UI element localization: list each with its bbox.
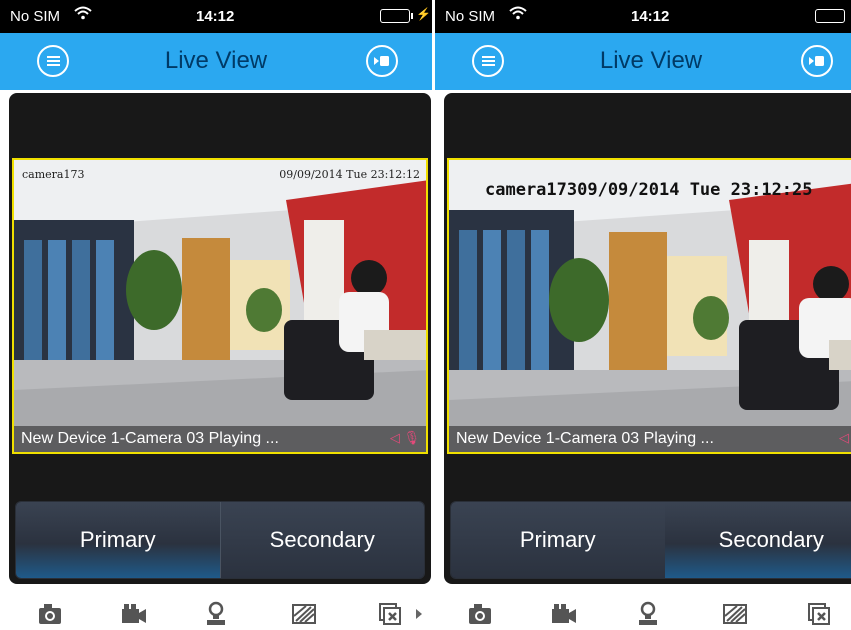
secondary-stream-button[interactable]: Secondary bbox=[220, 502, 424, 578]
playback-button[interactable] bbox=[366, 45, 398, 77]
battery-icon bbox=[815, 9, 845, 23]
live-view-panel: camera173 09/09/2014 Tue 23:12:12 New De… bbox=[9, 93, 431, 584]
video-window[interactable]: camera17309/09/2014 Tue 23:12:25 New Dev… bbox=[447, 158, 851, 454]
nav-bar: Live View bbox=[0, 33, 432, 90]
video-record-icon[interactable] bbox=[121, 601, 147, 627]
caption-text: New Device 1-Camera 03 Playing ... bbox=[21, 430, 279, 447]
primary-stream-button[interactable]: Primary bbox=[451, 502, 665, 578]
video-caption: New Device 1-Camera 03 Playing ... ◁ 🎙 bbox=[449, 426, 851, 452]
secondary-stream-button[interactable]: Secondary bbox=[664, 502, 851, 578]
video-record-icon[interactable] bbox=[551, 601, 577, 627]
microphone-icon[interactable]: 🎙 bbox=[403, 430, 420, 445]
wifi-icon bbox=[74, 6, 92, 24]
video-window[interactable]: camera173 09/09/2014 Tue 23:12:12 New De… bbox=[12, 158, 428, 454]
live-view-panel: camera17309/09/2014 Tue 23:12:25 New Dev… bbox=[444, 93, 851, 584]
page-title: Live View bbox=[599, 47, 703, 74]
osd-camera-name: camera173 bbox=[22, 168, 85, 181]
ptz-icon[interactable] bbox=[203, 601, 229, 627]
close-window-icon[interactable] bbox=[807, 601, 833, 627]
stream-selector: Primary Secondary bbox=[450, 501, 851, 579]
close-window-icon[interactable] bbox=[378, 601, 404, 627]
left-screenshot: No SIM 14:12 ⚡ Live View camera173 09/09… bbox=[0, 0, 432, 630]
image-quality-icon[interactable] bbox=[291, 601, 317, 627]
carrier-label: No SIM bbox=[445, 8, 496, 25]
playback-icon bbox=[809, 56, 824, 66]
status-bar: No SIM 14:12 bbox=[435, 0, 851, 33]
playback-icon bbox=[374, 56, 389, 66]
speaker-icon[interactable]: ◁ bbox=[839, 430, 849, 445]
osd-datetime: 09/09/2014 Tue 23:12:12 bbox=[279, 168, 420, 181]
camera-feed-image bbox=[14, 160, 426, 452]
nav-bar: Live View bbox=[435, 33, 851, 90]
camera-capture-icon[interactable] bbox=[37, 601, 63, 627]
status-bar: No SIM 14:12 ⚡ bbox=[0, 0, 432, 33]
clock: 14:12 bbox=[631, 8, 670, 25]
osd-overlay-text: camera17309/09/2014 Tue 23:12:25 bbox=[485, 180, 813, 200]
ptz-icon[interactable] bbox=[635, 601, 661, 627]
battery-icon bbox=[380, 9, 410, 23]
playback-button[interactable] bbox=[801, 45, 833, 77]
video-caption: New Device 1-Camera 03 Playing ... ◁ 🎙 bbox=[14, 426, 426, 452]
right-screenshot: No SIM 14:12 Live View camera17309/09/20… bbox=[435, 0, 851, 630]
image-quality-icon[interactable] bbox=[722, 601, 748, 627]
stream-selector: Primary Secondary bbox=[15, 501, 425, 579]
caption-text: New Device 1-Camera 03 Playing ... bbox=[456, 430, 714, 447]
next-arrow-icon[interactable] bbox=[414, 601, 424, 627]
charging-icon: ⚡ bbox=[416, 7, 431, 21]
carrier-label: No SIM bbox=[10, 8, 61, 25]
bottom-toolbar bbox=[0, 597, 432, 630]
camera-feed-image bbox=[449, 160, 851, 452]
speaker-icon[interactable]: ◁ bbox=[390, 430, 400, 445]
primary-stream-button[interactable]: Primary bbox=[16, 502, 221, 578]
wifi-icon bbox=[509, 6, 527, 24]
camera-capture-icon[interactable] bbox=[467, 601, 493, 627]
clock: 14:12 bbox=[196, 8, 235, 25]
bottom-toolbar bbox=[435, 597, 851, 630]
